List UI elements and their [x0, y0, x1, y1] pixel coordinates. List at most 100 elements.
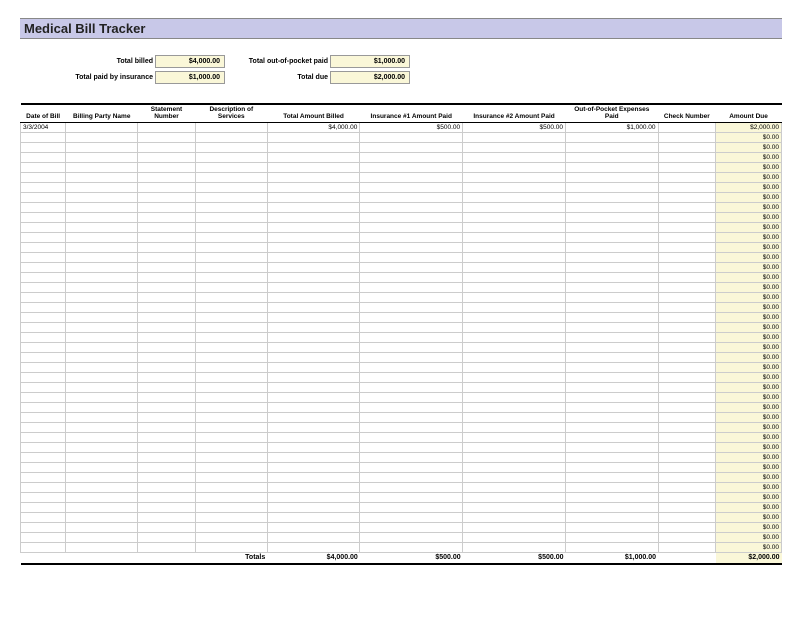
cell-ins1[interactable]: [360, 402, 463, 412]
col-stmt[interactable]: Statement Number: [138, 104, 196, 122]
cell-ins1[interactable]: [360, 252, 463, 262]
cell-due[interactable]: $0.00: [716, 232, 782, 242]
table-row[interactable]: $0.00: [21, 342, 782, 352]
cell-due[interactable]: $0.00: [716, 342, 782, 352]
cell-stmt[interactable]: [138, 202, 196, 212]
cell-check[interactable]: [658, 512, 716, 522]
cell-stmt[interactable]: [138, 332, 196, 342]
cell-total[interactable]: [267, 502, 360, 512]
cell-oop[interactable]: [565, 402, 658, 412]
cell-due[interactable]: $0.00: [716, 392, 782, 402]
cell-due[interactable]: $0.00: [716, 332, 782, 342]
cell-date[interactable]: [21, 222, 66, 232]
cell-ins2[interactable]: [463, 492, 566, 502]
cell-due[interactable]: $0.00: [716, 482, 782, 492]
cell-due[interactable]: $0.00: [716, 202, 782, 212]
table-row[interactable]: 3/3/2004$4,000.00$500.00$500.00$1,000.00…: [21, 122, 782, 132]
cell-total[interactable]: [267, 172, 360, 182]
cell-ins1[interactable]: [360, 302, 463, 312]
cell-ins2[interactable]: [463, 512, 566, 522]
cell-oop[interactable]: [565, 422, 658, 432]
cell-party[interactable]: [66, 532, 138, 542]
cell-ins2[interactable]: [463, 312, 566, 322]
cell-date[interactable]: 3/3/2004: [21, 122, 66, 132]
cell-stmt[interactable]: [138, 442, 196, 452]
cell-ins2[interactable]: [463, 252, 566, 262]
cell-stmt[interactable]: [138, 452, 196, 462]
cell-stmt[interactable]: [138, 402, 196, 412]
cell-ins2[interactable]: [463, 532, 566, 542]
cell-check[interactable]: [658, 412, 716, 422]
cell-stmt[interactable]: [138, 432, 196, 442]
cell-oop[interactable]: [565, 362, 658, 372]
cell-desc[interactable]: [195, 132, 267, 142]
cell-party[interactable]: [66, 512, 138, 522]
cell-ins2[interactable]: [463, 152, 566, 162]
table-row[interactable]: $0.00: [21, 482, 782, 492]
cell-party[interactable]: [66, 242, 138, 252]
cell-desc[interactable]: [195, 282, 267, 292]
cell-due[interactable]: $0.00: [716, 542, 782, 552]
cell-ins2[interactable]: [463, 522, 566, 532]
cell-total[interactable]: [267, 522, 360, 532]
cell-ins2[interactable]: [463, 402, 566, 412]
cell-date[interactable]: [21, 232, 66, 242]
cell-due[interactable]: $0.00: [716, 242, 782, 252]
cell-due[interactable]: $0.00: [716, 192, 782, 202]
cell-party[interactable]: [66, 322, 138, 332]
cell-date[interactable]: [21, 422, 66, 432]
cell-desc[interactable]: [195, 222, 267, 232]
cell-desc[interactable]: [195, 292, 267, 302]
cell-oop[interactable]: [565, 332, 658, 342]
cell-party[interactable]: [66, 442, 138, 452]
cell-ins2[interactable]: [463, 372, 566, 382]
cell-desc[interactable]: [195, 382, 267, 392]
cell-oop[interactable]: [565, 292, 658, 302]
cell-ins2[interactable]: [463, 282, 566, 292]
cell-stmt[interactable]: [138, 412, 196, 422]
cell-check[interactable]: [658, 232, 716, 242]
cell-date[interactable]: [21, 402, 66, 412]
cell-total[interactable]: [267, 312, 360, 322]
cell-date[interactable]: [21, 142, 66, 152]
cell-party[interactable]: [66, 122, 138, 132]
cell-total[interactable]: [267, 402, 360, 412]
cell-due[interactable]: $0.00: [716, 512, 782, 522]
cell-ins1[interactable]: [360, 392, 463, 402]
cell-total[interactable]: [267, 232, 360, 242]
cell-ins1[interactable]: [360, 272, 463, 282]
cell-total[interactable]: [267, 452, 360, 462]
cell-ins1[interactable]: $500.00: [360, 122, 463, 132]
cell-party[interactable]: [66, 132, 138, 142]
cell-desc[interactable]: [195, 312, 267, 322]
cell-total[interactable]: [267, 292, 360, 302]
cell-desc[interactable]: [195, 492, 267, 502]
cell-due[interactable]: $0.00: [716, 522, 782, 532]
cell-stmt[interactable]: [138, 392, 196, 402]
cell-desc[interactable]: [195, 502, 267, 512]
cell-due[interactable]: $0.00: [716, 142, 782, 152]
total-oop-value[interactable]: $1,000.00: [330, 55, 410, 68]
cell-due[interactable]: $0.00: [716, 462, 782, 472]
cell-check[interactable]: [658, 132, 716, 142]
cell-desc[interactable]: [195, 432, 267, 442]
cell-check[interactable]: [658, 532, 716, 542]
cell-party[interactable]: [66, 252, 138, 262]
cell-ins2[interactable]: [463, 262, 566, 272]
table-row[interactable]: $0.00: [21, 142, 782, 152]
cell-ins1[interactable]: [360, 482, 463, 492]
table-row[interactable]: $0.00: [21, 132, 782, 142]
cell-due[interactable]: $0.00: [716, 262, 782, 272]
cell-ins2[interactable]: [463, 332, 566, 342]
total-billed-value[interactable]: $4,000.00: [155, 55, 225, 68]
cell-desc[interactable]: [195, 302, 267, 312]
cell-date[interactable]: [21, 502, 66, 512]
cell-ins1[interactable]: [360, 322, 463, 332]
cell-ins1[interactable]: [360, 192, 463, 202]
cell-ins1[interactable]: [360, 512, 463, 522]
cell-party[interactable]: [66, 352, 138, 362]
cell-ins1[interactable]: [360, 182, 463, 192]
cell-check[interactable]: [658, 262, 716, 272]
cell-ins2[interactable]: [463, 482, 566, 492]
cell-check[interactable]: [658, 162, 716, 172]
